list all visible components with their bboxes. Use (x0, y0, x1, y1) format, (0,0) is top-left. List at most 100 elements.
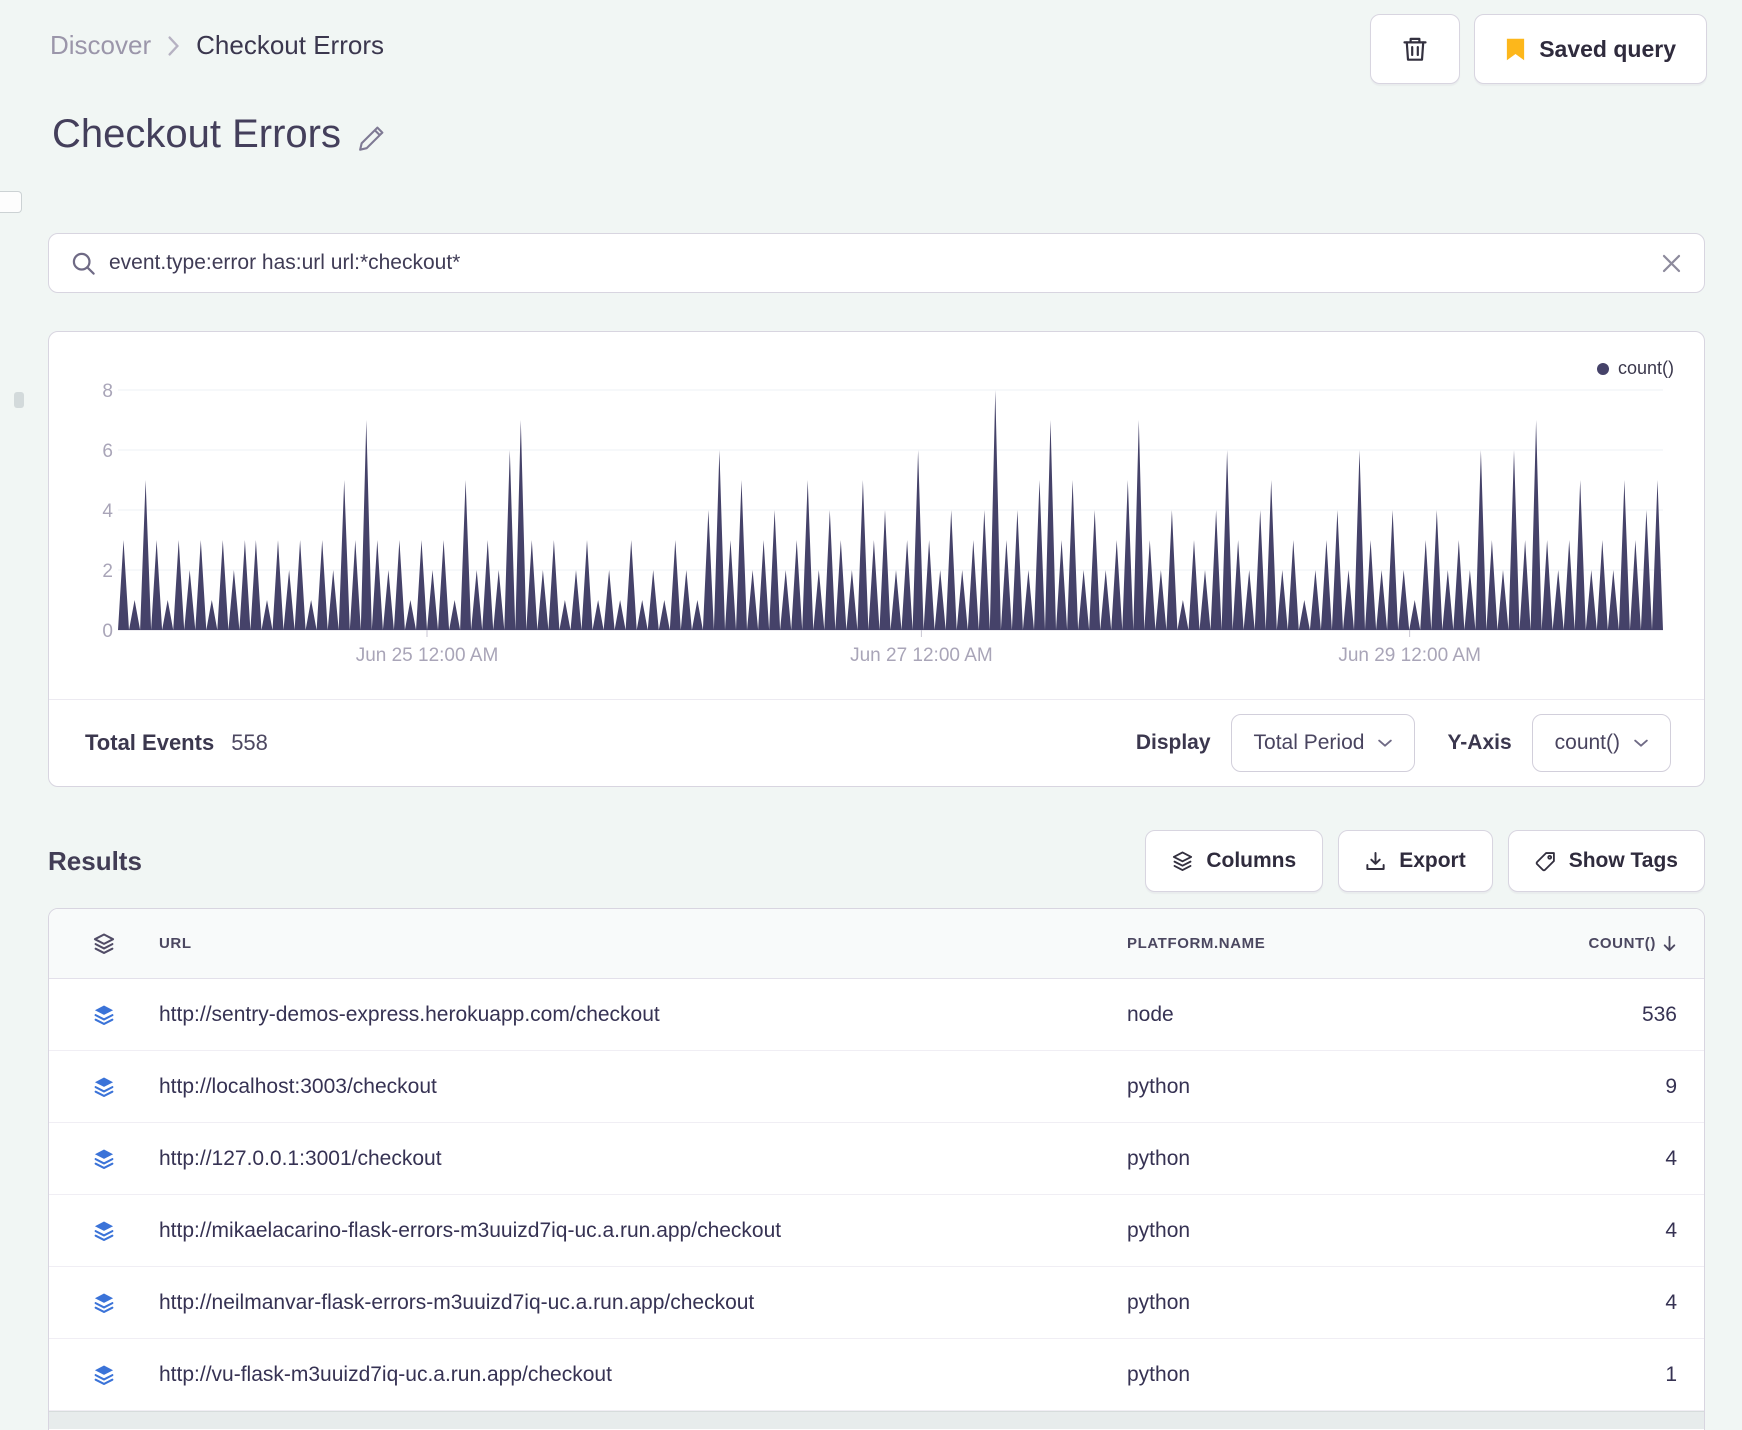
url-cell: http://mikaelacarino-flask-errors-m3uuiz… (159, 1218, 782, 1242)
layers-icon (94, 1221, 114, 1241)
count-cell: 4 (1665, 1218, 1677, 1242)
url-cell: http://localhost:3003/checkout (159, 1074, 437, 1098)
svg-text:4: 4 (102, 501, 113, 522)
layers-icon (94, 1365, 114, 1385)
url-cell: http://sentry-demos-express.herokuapp.co… (159, 1002, 660, 1026)
svg-text:2: 2 (102, 561, 113, 582)
count-cell: 536 (1641, 1002, 1677, 1026)
row-actions-cell[interactable] (49, 1148, 159, 1170)
chevron-down-icon (1378, 739, 1393, 747)
search-input[interactable] (109, 251, 1648, 275)
delete-query-button[interactable] (1370, 14, 1461, 84)
column-header-url[interactable]: URL (159, 935, 1127, 952)
results-heading: Results (48, 845, 142, 876)
table-body: http://sentry-demos-express.herokuapp.co… (49, 979, 1704, 1411)
show-tags-label: Show Tags (1568, 849, 1678, 872)
count-cell: 1 (1665, 1362, 1677, 1386)
row-actions-cell[interactable] (49, 1364, 159, 1386)
columns-label: Columns (1206, 849, 1297, 872)
display-value: Total Period (1253, 731, 1365, 754)
total-events-label: Total Events (85, 730, 215, 755)
yaxis-label: Y-Axis (1447, 731, 1512, 754)
show-tags-button[interactable]: Show Tags (1507, 830, 1705, 892)
close-icon (1662, 254, 1681, 272)
results-table: URL PLATFORM.NAME COUNT() http://sentry-… (48, 908, 1705, 1430)
row-actions-cell[interactable] (49, 1220, 159, 1242)
trash-icon (1403, 37, 1427, 61)
layers-icon (94, 1077, 114, 1097)
legend-label: count() (1617, 358, 1674, 378)
sort-desc-icon (1663, 935, 1676, 952)
results-buttons: Columns Export Show Tags (1145, 830, 1705, 892)
layers-icon (94, 1149, 114, 1169)
saved-query-button[interactable]: Saved query (1474, 14, 1707, 84)
chevron-down-icon (1634, 739, 1648, 747)
table-row[interactable]: http://neilmanvar-flask-errors-m3uuizd7i… (49, 1267, 1704, 1339)
url-cell: http://neilmanvar-flask-errors-m3uuizd7i… (159, 1290, 755, 1314)
layers-icon (93, 932, 115, 954)
platform-cell: python (1127, 1146, 1191, 1170)
table-row[interactable]: http://mikaelacarino-flask-errors-m3uuiz… (49, 1195, 1704, 1267)
count-cell: 9 (1665, 1074, 1677, 1098)
platform-cell: python (1127, 1362, 1191, 1386)
table-row[interactable]: http://127.0.0.1:3001/checkout python 4 (49, 1123, 1704, 1195)
search-icon (72, 252, 95, 275)
saved-query-label: Saved query (1539, 35, 1676, 62)
chevron-right-icon (167, 35, 180, 57)
layers-icon (94, 1293, 114, 1313)
table-row[interactable]: http://vu-flask-m3uuizd7iq-uc.a.run.app/… (49, 1339, 1704, 1411)
breadcrumb-current: Checkout Errors (196, 30, 384, 60)
breadcrumb: Discover Checkout Errors (50, 30, 384, 61)
clear-search-button[interactable] (1661, 253, 1682, 274)
edit-title-button[interactable] (357, 123, 387, 153)
platform-cell: python (1127, 1074, 1191, 1098)
svg-text:8: 8 (102, 381, 113, 402)
url-cell: http://127.0.0.1:3001/checkout (159, 1146, 442, 1170)
layers-icon (94, 1005, 114, 1025)
svg-text:6: 6 (102, 441, 113, 462)
svg-text:Jun 29 12:00 AM: Jun 29 12:00 AM (1338, 645, 1481, 666)
export-button[interactable]: Export (1338, 830, 1493, 892)
table-row[interactable]: http://localhost:3003/checkout python 9 (49, 1051, 1704, 1123)
window-artifact-small (14, 392, 24, 408)
table-header: URL PLATFORM.NAME COUNT() (49, 909, 1704, 979)
table-scrollbar-track[interactable] (49, 1411, 1704, 1429)
export-label: Export (1399, 849, 1466, 872)
count-cell: 4 (1665, 1146, 1677, 1170)
legend-dot (1596, 362, 1609, 375)
breadcrumb-discover[interactable]: Discover (50, 30, 151, 61)
svg-text:Jun 25 12:00 AM: Jun 25 12:00 AM (356, 645, 499, 666)
row-actions-cell[interactable] (49, 1292, 159, 1314)
display-dropdown[interactable]: Total Period (1230, 714, 1416, 772)
top-actions: Saved query (1370, 14, 1707, 84)
chart-plot: 0 2 4 6 8 Jun 25 12:00 AM Jun 27 12:00 AM Jun 2… (102, 381, 1663, 666)
header-layers-icon-cell (49, 932, 159, 955)
table-row[interactable]: http://sentry-demos-express.herokuapp.co… (49, 979, 1704, 1051)
page-title: Checkout Errors (52, 112, 341, 156)
layers-icon (1173, 851, 1193, 871)
bookmark-icon (1507, 38, 1525, 60)
svg-text:0: 0 (102, 621, 113, 642)
yaxis-value: count() (1554, 731, 1620, 754)
pencil-icon (359, 126, 384, 151)
yaxis-dropdown[interactable]: count() (1531, 714, 1671, 772)
total-events-value: 558 (231, 730, 268, 755)
row-actions-cell[interactable] (49, 1004, 159, 1026)
chart-panel: 0 2 4 6 8 Jun 25 12:00 AM Jun 27 12:00 AM Jun 2… (48, 331, 1705, 787)
url-cell: http://vu-flask-m3uuizd7iq-uc.a.run.app/… (159, 1362, 612, 1386)
chart-footer: Total Events 558 Display Total Period Y-… (49, 699, 1704, 786)
platform-cell: node (1127, 1002, 1174, 1026)
columns-button[interactable]: Columns (1145, 830, 1324, 892)
display-label: Display (1135, 731, 1211, 754)
row-actions-cell[interactable] (49, 1076, 159, 1098)
column-header-platform[interactable]: PLATFORM.NAME (1127, 935, 1557, 952)
platform-cell: python (1127, 1218, 1191, 1242)
legend-count[interactable]: count() (1596, 358, 1674, 379)
tag-icon (1535, 851, 1555, 871)
platform-cell: python (1127, 1290, 1191, 1314)
svg-text:Jun 27 12:00 AM: Jun 27 12:00 AM (850, 645, 993, 666)
download-icon (1366, 851, 1385, 870)
count-header-label: COUNT() (1588, 935, 1656, 952)
column-header-count[interactable]: COUNT() (1557, 935, 1704, 952)
window-artifact (0, 191, 22, 213)
